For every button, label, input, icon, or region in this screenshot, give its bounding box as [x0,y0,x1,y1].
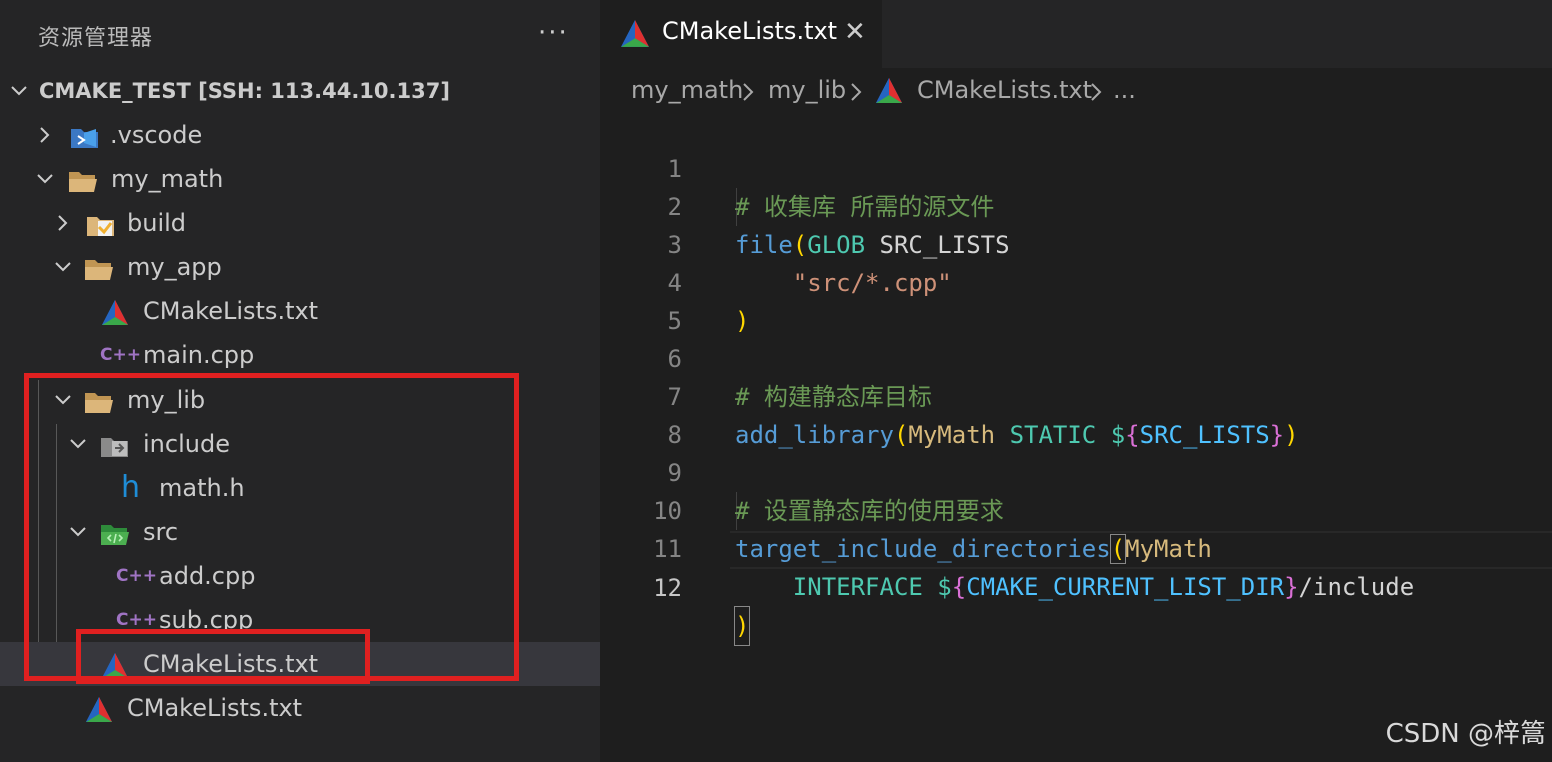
chevron-down-icon [52,378,74,422]
chevron-down-icon [67,510,89,554]
tree-item-cmakelists-root[interactable]: CMakeLists.txt [0,686,600,730]
tree-item-label: math.h [159,474,245,502]
chevron-down-icon [8,69,30,113]
code-text: INTERFACE ${CMAKE_CURRENT_LIST_DIR}/incl… [792,573,1415,601]
tree-item-label: add.cpp [159,562,256,590]
tree-item-cmakelists[interactable]: CMakeLists.txt [0,289,600,333]
code-line: 8 [600,378,1552,449]
cmake-icon [101,650,131,678]
chevron-right-icon [1089,76,1103,108]
folder-open-icon [84,386,114,414]
chevron-right-icon [849,76,863,108]
cmake-icon [620,19,650,53]
cpp-icon: C++ [116,610,157,630]
include-folder-icon [100,430,130,458]
tree-item-include[interactable]: include [0,422,600,466]
code-line: 11 INTERFACE ${CMAKE_CURRENT_LIST_DIR}/i… [600,492,1552,601]
cpp-icon: C++ [116,566,157,586]
tree-item-my-app[interactable]: my_app [0,245,600,289]
chevron-right-icon [34,113,56,157]
breadcrumb-item[interactable]: my_math [631,76,743,104]
code-line: 12 ) [600,531,1552,646]
code-line: 6 # 构建静态库目标 [600,302,1552,411]
tree-item-label: my_app [127,253,222,281]
tree-item-label: CMakeLists.txt [127,694,303,722]
tree-root-label: CMAKE_TEST [SSH: 113.44.10.137] [39,79,450,103]
code-line: 9 # 设置静态库的使用要求 [600,416,1552,525]
code-line: 5 [600,264,1552,335]
cmake-icon [101,297,131,325]
folder-open-icon [84,253,114,281]
code-line: 10 target_include_directories(MyMath [600,454,1552,564]
code-line: 4 ) [600,226,1552,335]
close-icon[interactable]: ✕ [844,17,866,47]
more-actions-icon[interactable]: ··· [538,18,569,48]
chevron-right-icon [52,201,74,245]
code-text: ) [733,606,751,646]
header-icon: h [121,470,141,505]
watermark: CSDN @梓篙 [1385,719,1546,749]
tree-item-label: main.cpp [143,341,255,369]
build-folder-icon [86,209,116,237]
editor-area: CMakeLists.txt ✕ my_math my_lib CMakeLis… [600,0,1552,762]
tree-item-my-math[interactable]: my_math [0,157,600,201]
tree-item-main-cpp[interactable]: C++ main.cpp [0,333,600,377]
explorer-sidebar: 资源管理器 ··· CMAKE_TEST [SSH: 113.44.10.137… [0,0,600,762]
tree-item-label: CMakeLists.txt [143,650,319,678]
tree-item-math-h[interactable]: h math.h [0,466,600,510]
tab-label: CMakeLists.txt [662,17,838,45]
tree-item-label: build [127,209,187,237]
tree-item-label: include [143,430,230,458]
tree-item-my-lib[interactable]: my_lib [0,378,600,422]
cmake-icon [875,77,903,111]
tree-root-folder[interactable]: CMAKE_TEST [SSH: 113.44.10.137] [0,69,600,113]
tab-bar: CMakeLists.txt ✕ [600,0,1552,68]
breadcrumb-item[interactable]: CMakeLists.txt [917,76,1092,104]
cmake-icon [85,694,115,722]
tree-item-label: my_lib [127,386,206,414]
line-number: 12 [653,574,682,602]
tree-item-cmakelists-selected[interactable]: CMakeLists.txt [0,642,600,686]
tree-item-label: CMakeLists.txt [143,297,319,325]
tree-item-vscode[interactable]: .vscode [0,113,600,157]
tree-item-label: .vscode [110,121,203,149]
tree-item-label: my_math [111,165,224,193]
tree-item-src[interactable]: src [0,510,600,554]
tree-item-sub-cpp[interactable]: C++ sub.cpp [0,598,600,642]
folder-open-icon [68,165,98,193]
chevron-down-icon [67,422,89,466]
chevron-right-icon [741,76,755,108]
code-line: 3 "src/*.cpp" [600,188,1552,297]
explorer-title: 资源管理器 [38,26,154,51]
vscode-folder-icon [70,121,100,149]
tab-cmakelists[interactable]: CMakeLists.txt ✕ [600,0,882,68]
breadcrumb-item[interactable]: ... [1113,76,1136,104]
breadcrumb-item[interactable]: my_lib [768,76,846,104]
chevron-down-icon [52,245,74,289]
tree-item-add-cpp[interactable]: C++ add.cpp [0,554,600,598]
code-line: 7 add_library(MyMath STATIC ${SRC_LISTS}… [600,340,1552,449]
tree-item-build[interactable]: build [0,201,600,245]
tree-item-label: src [143,518,179,546]
code-line: 2 file(GLOB SRC_LISTS [600,150,1552,259]
tree-item-label: sub.cpp [159,606,254,634]
chevron-down-icon [34,157,56,201]
explorer-header: 资源管理器 ··· [0,0,600,70]
cpp-icon: C++ [100,345,141,365]
src-folder-icon [100,518,130,546]
code-line: 1 # 收集库 所需的源文件 [600,112,1552,221]
